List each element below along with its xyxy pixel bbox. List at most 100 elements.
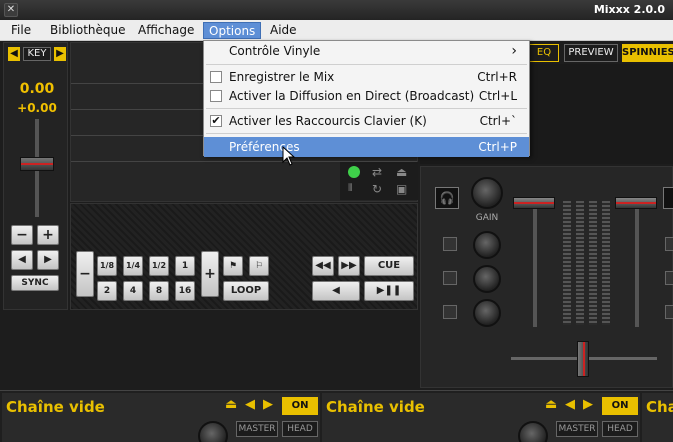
repeat-icon[interactable]: ⇄ [372,165,382,179]
crossfader-handle[interactable] [577,341,589,377]
menu-item-label: Activer la Diffusion en Direct (Broadcas… [229,89,475,103]
menu-options[interactable]: Options [203,22,262,39]
effect-unit-1: Chaîne vide ⏏ ◀ ▶ ON MASTER HEAD [2,393,320,442]
keylock-icon[interactable]: ▣ [396,182,407,196]
menu-help[interactable]: Aide [265,22,302,39]
spinnies-button[interactable]: SPINNIES [622,44,673,62]
effect-eject-icon[interactable]: ⏏ [545,397,557,412]
menu-view[interactable]: Affichage [133,22,199,39]
effect-master-button[interactable]: MASTER [556,421,598,437]
key-button[interactable]: KEY [23,47,51,61]
checkbox-icon [210,90,222,102]
headphone-right-icon[interactable] [663,187,673,209]
loop-size-8[interactable]: 8 [149,281,169,301]
gain-label: GAIN [475,213,499,223]
key-up-button[interactable]: ▶ [54,47,66,61]
window-title: Mixxx 2.0.0 [593,3,665,16]
menu-item-shortcut: Ctrl+R [477,70,517,84]
loop-size-1[interactable]: 1 [175,256,195,276]
effect-next-icon[interactable]: ▶ [583,397,593,412]
effect-on-button[interactable]: ON [282,397,318,415]
loop-size-16[interactable]: 16 [175,281,195,301]
effect-mix-knob[interactable] [518,421,548,442]
effect-on-button[interactable]: ON [602,397,638,415]
nudge-right-button[interactable]: ▶ [37,250,59,270]
menu-item-vinyl-control[interactable]: Contrôle Vinyle › [204,41,529,61]
pitch-slider-handle[interactable] [20,157,54,171]
eject-icon[interactable]: ⏏ [396,165,407,179]
channel-fader-left-track [533,207,537,327]
effect-prev-icon[interactable]: ◀ [565,397,575,412]
loop-out-button[interactable]: ⚐ [249,256,269,276]
channel-fader-left[interactable] [513,197,555,209]
effect-head-button[interactable]: HEAD [282,421,318,437]
effect-unit-2: Chaîne vide ⏏ ◀ ▶ ON MASTER HEAD [322,393,640,442]
loop-size-1-2[interactable]: 1/2 [149,256,169,276]
fx-assign-2[interactable] [443,271,457,285]
deck-left-controls: ◀ KEY ▶ 0.00 +0.00 − + ◀ ▶ SYNC [3,42,68,310]
effect-next-icon[interactable]: ▶ [263,397,273,412]
menu-item-shortcut: Ctrl+L [478,89,517,103]
nudge-left-button[interactable]: ◀ [11,250,33,270]
effect-head-button[interactable]: HEAD [602,421,638,437]
pitch-plus-button[interactable]: + [37,225,59,245]
eq-high-knob[interactable] [473,231,501,259]
loop-halve-button[interactable]: − [76,251,94,297]
eq-mid-knob[interactable] [473,265,501,293]
checkbox-icon [210,71,222,83]
menu-item-keyboard-shortcuts[interactable]: ✔ Activer les Raccourcis Clavier (K) Ctr… [204,111,529,131]
loop-in-button[interactable]: ⚑ [223,256,243,276]
mouse-cursor-icon [282,146,296,166]
transport-panel: − 1/8 1/4 1/2 1 2 4 8 16 + ⚑ ⚐ LOOP ◀◀ ▶… [70,203,418,310]
mixxx-window: ✕ Mixxx 2.0.0 File Bibliothèque Affichag… [0,0,673,442]
sync-button[interactable]: SYNC [11,275,59,291]
menu-bar: File Bibliothèque Affichage Options Aide [0,20,673,41]
menu-item-record-mix[interactable]: Enregistrer le Mix Ctrl+R [204,67,529,87]
effect-mix-knob[interactable] [198,421,228,442]
effect-chain-title: Chaîne vide [326,398,425,416]
fx-assign-1[interactable] [443,237,457,251]
close-window-icon[interactable]: ✕ [4,3,18,17]
menu-file[interactable]: File [6,22,36,39]
fx-assign-right-3[interactable] [665,305,673,319]
vu-meter-1 [563,201,571,325]
loop-double-button[interactable]: + [201,251,219,297]
beatgrid-icon[interactable]: ⦀ [348,183,352,194]
sync-indicator-icon [348,166,360,178]
loop-size-1-4[interactable]: 1/4 [123,256,143,276]
effect-eject-icon[interactable]: ⏏ [225,397,237,412]
menu-item-label: Activer les Raccourcis Clavier (K) [229,114,427,128]
loop-button[interactable]: LOOP [223,281,269,301]
effect-master-button[interactable]: MASTER [236,421,278,437]
cue-button[interactable]: CUE [364,256,414,276]
fast-forward-button[interactable]: ▶▶ [338,256,360,276]
gain-knob[interactable] [471,177,503,209]
vu-meter-3 [589,201,597,325]
effects-strip: Chaîne vide ⏏ ◀ ▶ ON MASTER HEAD Chaîne … [0,390,673,442]
pitch-minus-button[interactable]: − [11,225,33,245]
rewind-button[interactable]: ◀◀ [312,256,334,276]
eq-low-knob[interactable] [473,299,501,327]
loop-size-2[interactable]: 2 [97,281,117,301]
effect-unit-3: Cha [642,393,673,442]
menu-item-broadcast[interactable]: Activer la Diffusion en Direct (Broadcas… [204,86,529,106]
eq-button[interactable]: EQ [529,44,559,62]
menu-item-preferences[interactable]: Préférences Ctrl+P [204,137,529,157]
loop-size-4[interactable]: 4 [123,281,143,301]
options-dropdown: Contrôle Vinyle › Enregistrer le Mix Ctr… [203,40,530,157]
effect-prev-icon[interactable]: ◀ [245,397,255,412]
headphone-left-icon[interactable]: 🎧 [435,187,459,209]
channel-fader-right-track [635,207,639,327]
reverse-button[interactable]: ◀ [312,281,360,301]
vu-meter-2 [576,201,584,325]
fx-assign-right-2[interactable] [665,271,673,285]
preview-button[interactable]: PREVIEW [564,44,618,62]
play-pause-button[interactable]: ▶❚❚ [364,281,414,301]
loop-size-1-8[interactable]: 1/8 [97,256,117,276]
fx-assign-3[interactable] [443,305,457,319]
menu-library[interactable]: Bibliothèque [45,22,131,39]
loop-icon[interactable]: ↻ [372,182,382,196]
fx-assign-right-1[interactable] [665,237,673,251]
key-down-button[interactable]: ◀ [8,47,20,61]
channel-fader-right[interactable] [615,197,657,209]
